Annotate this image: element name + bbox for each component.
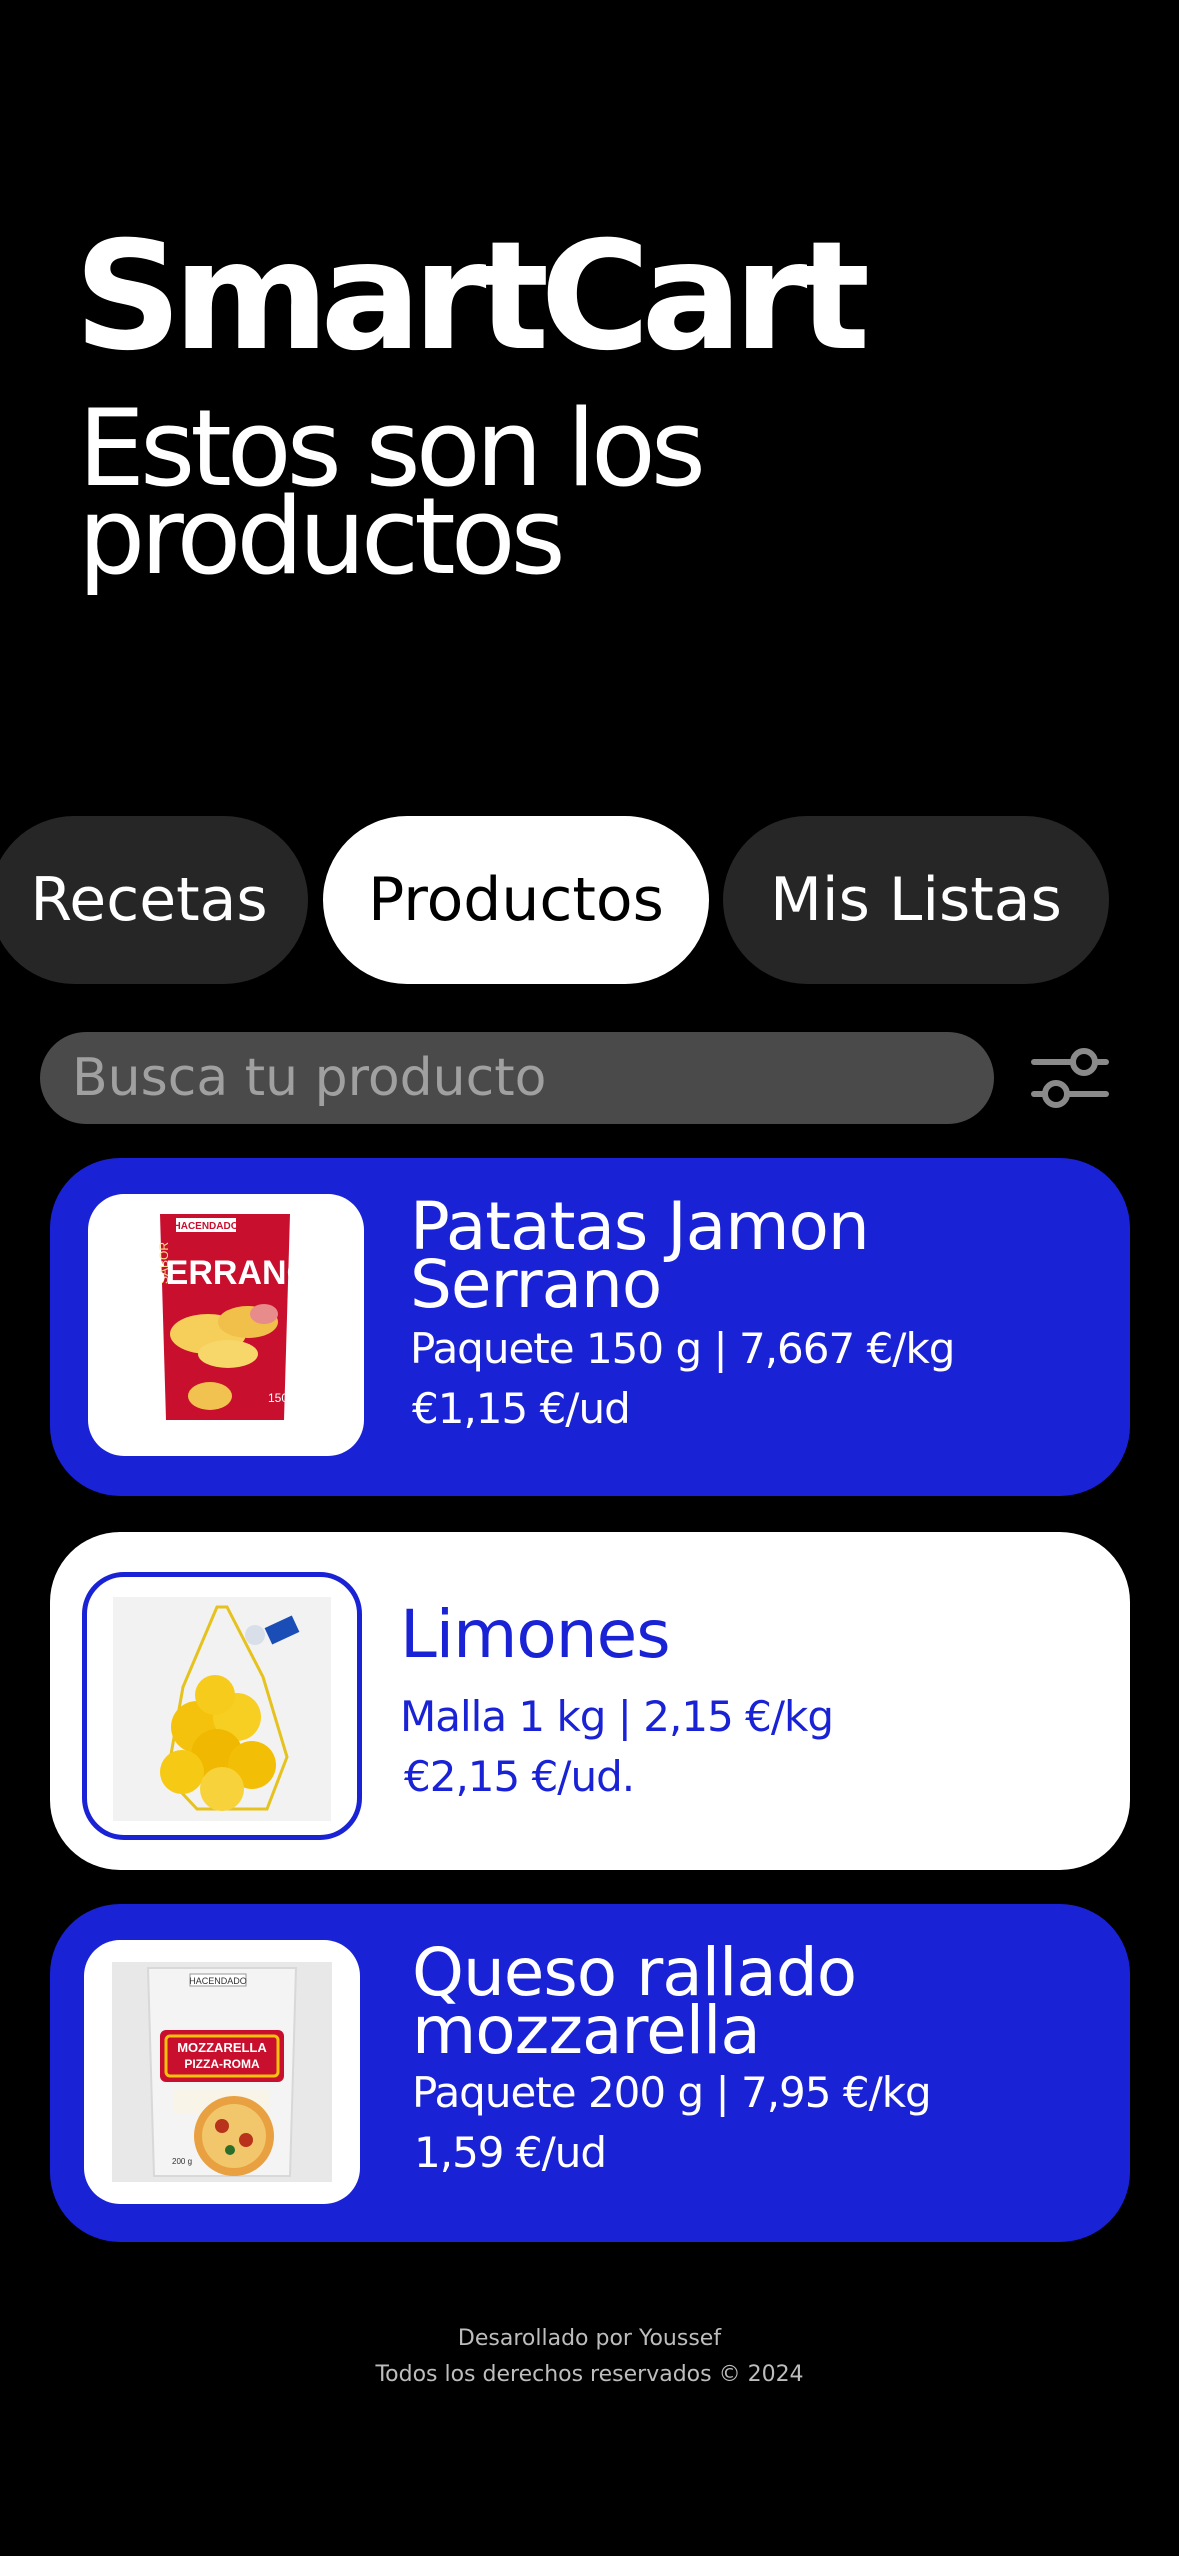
product-image: HACENDADO SABOR SERRANO 150g: [88, 1194, 364, 1456]
product-card[interactable]: Limones Malla 1 kg | 2,15 €/kg €2,15 €/u…: [50, 1532, 1130, 1870]
product-price: €2,15 €/ud.: [404, 1752, 635, 1801]
product-name: Patatas Jamon Serrano: [410, 1188, 870, 1323]
product-detail: Paquete 200 g | 7,95 €/kg: [412, 2068, 932, 2117]
package-brand-text: HACENDADO: [189, 1976, 247, 1986]
search-input[interactable]: [40, 1032, 994, 1124]
product-card[interactable]: HACENDADO SABOR SERRANO 150g Patatas Jam…: [50, 1158, 1130, 1496]
tab-mis-listas[interactable]: Mis Listas: [723, 816, 1109, 984]
tab-productos[interactable]: Productos: [323, 816, 709, 984]
package-pizza-text: PIZZA-ROMA: [184, 2057, 260, 2071]
footer-credit: Desarollado por Youssef: [457, 2326, 722, 2351]
package-cheese-text: MOZZARELLA: [177, 2040, 267, 2055]
page-title: Estos son los productos: [78, 387, 706, 598]
product-name: Queso rallado mozzarella: [412, 1934, 857, 2069]
search-bar: [40, 1032, 994, 1124]
product-card[interactable]: HACENDADO MOZZARELLA PIZZA-ROMA 200 g Qu…: [50, 1904, 1130, 2242]
product-image: HACENDADO MOZZARELLA PIZZA-ROMA 200 g: [84, 1940, 360, 2204]
footer-copyright: Todos los derechos reservados © 2024: [375, 2362, 804, 2387]
app-brand: SmartCart: [74, 210, 870, 384]
filter-icon[interactable]: [1030, 1042, 1110, 1114]
package-weight-text: 200 g: [172, 2157, 192, 2166]
product-price: 1,59 €/ud: [414, 2128, 607, 2177]
package-product-text: SERRANO: [143, 1254, 313, 1292]
product-price: €1,15 €/ud: [412, 1384, 631, 1433]
tab-recetas[interactable]: Recetas: [0, 816, 308, 984]
package-brand-text: HACENDADO: [174, 1221, 239, 1232]
product-detail: Malla 1 kg | 2,15 €/kg: [400, 1692, 834, 1741]
product-image: [82, 1572, 362, 1840]
package-weight-text: 150g: [268, 1391, 295, 1405]
product-detail: Paquete 150 g | 7,667 €/kg: [410, 1324, 955, 1373]
product-name: Limones: [400, 1596, 671, 1673]
